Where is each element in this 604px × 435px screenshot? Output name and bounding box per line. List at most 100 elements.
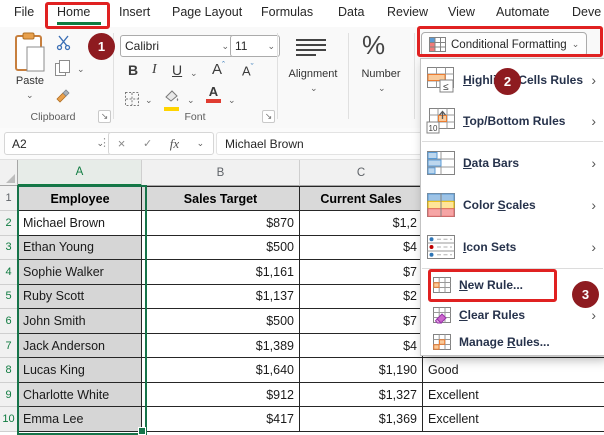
format-painter-icon[interactable]: [54, 85, 72, 103]
clipboard-dialog-launcher-icon[interactable]: ↘: [98, 110, 111, 123]
tab-developer[interactable]: Deve: [572, 5, 601, 19]
tab-page-layout[interactable]: Page Layout: [172, 5, 242, 19]
cell-a6[interactable]: John Smith: [18, 309, 142, 334]
alignment-group-button[interactable]: Alignment: [282, 68, 344, 80]
cut-scissors-icon[interactable]: [56, 35, 72, 51]
alignment-lines-icon[interactable]: [296, 36, 326, 59]
paste-dropdown-chevron[interactable]: ⌄: [26, 91, 34, 100]
cell-c1[interactable]: Current Sales: [300, 186, 423, 211]
cell-a7[interactable]: Jack Anderson: [18, 334, 142, 359]
menu-item-color-scales[interactable]: Color Scales ›: [421, 184, 604, 226]
cell-d8[interactable]: Good: [423, 358, 604, 383]
row-header-3[interactable]: 3: [0, 236, 18, 261]
underline-dropdown-chevron[interactable]: ⌄: [190, 69, 198, 78]
column-header-a[interactable]: A: [18, 160, 142, 186]
cell-c8[interactable]: $1,190: [300, 358, 423, 383]
paste-clipboard-icon[interactable]: [13, 32, 47, 74]
cell-a8[interactable]: Lucas King: [18, 358, 142, 383]
cell-a4[interactable]: Sophie Walker: [18, 260, 142, 285]
paste-button[interactable]: Paste: [10, 75, 50, 87]
cell-d9[interactable]: Excellent: [423, 383, 604, 408]
enter-check-icon[interactable]: ✓: [143, 137, 152, 150]
tab-automate[interactable]: Automate: [496, 5, 550, 19]
tab-insert[interactable]: Insert: [119, 5, 150, 19]
font-name-combo[interactable]: Calibri ⌄: [120, 35, 234, 57]
cell-c3[interactable]: $4: [300, 236, 423, 261]
menu-item-manage-rules[interactable]: Manage Rules...: [421, 329, 604, 355]
cell-c6[interactable]: $7: [300, 309, 423, 334]
row-header-4[interactable]: 4: [0, 260, 18, 285]
bold-button[interactable]: B: [128, 63, 138, 77]
underline-button[interactable]: U: [172, 63, 182, 77]
number-group-button[interactable]: Number: [352, 68, 410, 80]
fill-color-dropdown-chevron[interactable]: ⌄: [187, 96, 195, 105]
row-header-8[interactable]: 8: [0, 358, 18, 383]
font-color-dropdown-chevron[interactable]: ⌄: [228, 96, 236, 105]
column-header-c[interactable]: C: [300, 160, 423, 186]
number-chevron[interactable]: ⌄: [378, 84, 386, 93]
cell-d10[interactable]: Excellent: [423, 407, 604, 432]
insert-function-icon[interactable]: fx: [170, 136, 179, 152]
name-box[interactable]: A2 ⌄: [4, 132, 112, 155]
cell-a5[interactable]: Ruby Scott: [18, 285, 142, 310]
function-chevron[interactable]: ⌄: [197, 139, 205, 148]
font-color-a: A: [206, 85, 221, 98]
grow-font-button[interactable]: Aˆ: [212, 61, 225, 77]
cell-a10[interactable]: Emma Lee: [18, 407, 142, 432]
cell-a2[interactable]: Michael Brown: [18, 211, 142, 236]
menu-item-icon-sets[interactable]: Icon Sets ›: [421, 226, 604, 268]
cell-c4[interactable]: $7: [300, 260, 423, 285]
tab-data[interactable]: Data: [338, 5, 364, 19]
column-header-b[interactable]: B: [142, 160, 300, 186]
conditional-formatting-button[interactable]: Conditional Formatting ⌄: [421, 32, 587, 57]
cell-c2[interactable]: $1,2: [300, 211, 423, 236]
cell-b5[interactable]: $1,137: [142, 285, 300, 310]
cell-c10[interactable]: $1,369: [300, 407, 423, 432]
row-header-2[interactable]: 2: [0, 211, 18, 236]
tab-view[interactable]: View: [448, 5, 475, 19]
cell-c7[interactable]: $4: [300, 334, 423, 359]
font-size-combo[interactable]: 11 ⌄: [230, 35, 280, 57]
row-header-1[interactable]: 1: [0, 186, 18, 211]
cell-b10[interactable]: $417: [142, 407, 300, 432]
copy-icon[interactable]: [54, 59, 72, 77]
fill-color-icon[interactable]: [164, 89, 180, 111]
italic-button[interactable]: I: [152, 63, 157, 77]
select-all-corner[interactable]: [0, 160, 18, 186]
copy-dropdown-chevron[interactable]: ⌄: [77, 65, 85, 74]
menu-item-top-bottom-rules[interactable]: 10 Top/Bottom Rules ›: [421, 100, 604, 141]
tab-file[interactable]: File: [14, 5, 34, 19]
fill-handle[interactable]: [138, 427, 146, 435]
font-dialog-launcher-icon[interactable]: ↘: [262, 110, 275, 123]
row-header-5[interactable]: 5: [0, 285, 18, 310]
cell-b8[interactable]: $1,640: [142, 358, 300, 383]
cancel-icon[interactable]: ×: [118, 136, 126, 151]
borders-dropdown-chevron[interactable]: ⌄: [145, 96, 153, 105]
row-header-10[interactable]: 10: [0, 407, 18, 432]
percent-icon[interactable]: %: [362, 30, 385, 61]
cell-c5[interactable]: $2: [300, 285, 423, 310]
row-header-9[interactable]: 9: [0, 383, 18, 408]
tab-formulas[interactable]: Formulas: [261, 5, 313, 19]
row-header-6[interactable]: 6: [0, 309, 18, 334]
cell-a3[interactable]: Ethan Young: [18, 236, 142, 261]
icon-sets-icon: [426, 233, 456, 261]
cell-b3[interactable]: $500: [142, 236, 300, 261]
cell-b7[interactable]: $1,389: [142, 334, 300, 359]
cell-a1[interactable]: Employee: [18, 186, 142, 211]
cell-b6[interactable]: $500: [142, 309, 300, 334]
cell-b2[interactable]: $870: [142, 211, 300, 236]
cell-b1[interactable]: Sales Target: [142, 186, 300, 211]
cell-c9[interactable]: $1,327: [300, 383, 423, 408]
row-header-7[interactable]: 7: [0, 334, 18, 359]
alignment-chevron[interactable]: ⌄: [310, 84, 318, 93]
tab-review[interactable]: Review: [387, 5, 428, 19]
cell-b4[interactable]: $1,161: [142, 260, 300, 285]
shrink-font-button[interactable]: Aˇ: [242, 63, 254, 77]
tab-home[interactable]: Home: [57, 5, 90, 19]
cell-a9[interactable]: Charlotte White: [18, 383, 142, 408]
font-color-icon[interactable]: A: [206, 85, 221, 103]
borders-icon[interactable]: [124, 91, 140, 107]
menu-item-data-bars[interactable]: Data Bars ›: [421, 142, 604, 184]
cell-b9[interactable]: $912: [142, 383, 300, 408]
